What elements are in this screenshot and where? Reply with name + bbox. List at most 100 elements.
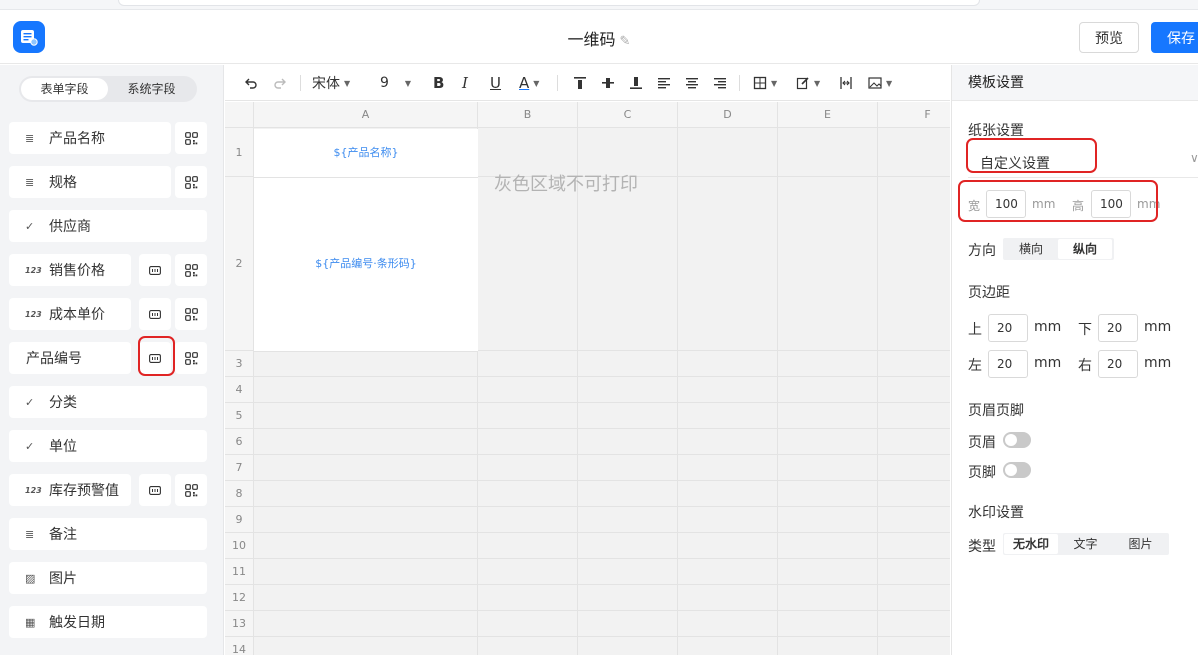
chevron-down-icon: ▼	[533, 78, 540, 88]
align-middle-icon[interactable]	[601, 65, 615, 101]
field-chip[interactable]: 产品编号	[9, 342, 131, 374]
field-chip[interactable]: ≣ 规格	[9, 166, 171, 198]
cell-a1[interactable]: ${产品名称}	[254, 129, 478, 178]
row-header[interactable]: 11	[225, 559, 254, 585]
align-top-icon[interactable]	[573, 65, 587, 101]
qrcode-icon[interactable]	[175, 298, 207, 330]
margin-top-input[interactable]: 20	[988, 314, 1028, 342]
border-icon[interactable]: ▼	[753, 65, 777, 101]
qrcode-icon[interactable]	[175, 474, 207, 506]
field-chip[interactable]: 123 成本单价	[9, 298, 131, 330]
field-label: 产品编号	[26, 351, 82, 367]
row-header[interactable]: 4	[225, 377, 254, 403]
preview-button[interactable]: 预览	[1079, 22, 1139, 53]
column-header[interactable]: A	[254, 102, 478, 128]
edit-pencil-icon[interactable]: ✎	[620, 34, 631, 49]
footer-toggle-label: 页脚	[968, 465, 996, 481]
barcode-icon[interactable]	[139, 474, 171, 506]
italic-button[interactable]: I	[462, 65, 468, 101]
column-header[interactable]: D	[678, 102, 778, 128]
row-gridline	[254, 454, 950, 455]
margin-right-input[interactable]: 20	[1098, 350, 1138, 378]
cell-a2[interactable]: ${产品编号·条形码}	[254, 178, 478, 352]
tab-system-fields[interactable]: 系统字段	[108, 78, 195, 100]
column-header[interactable]: F	[878, 102, 950, 128]
field-chip[interactable]: ✓ 分类	[9, 386, 207, 418]
align-bottom-icon[interactable]	[629, 65, 643, 101]
field-chip[interactable]: ✓ 供应商	[9, 210, 207, 242]
row-header[interactable]: 6	[225, 429, 254, 455]
tab-form-fields[interactable]: 表单字段	[21, 78, 108, 100]
orientation-label: 方向	[968, 243, 996, 259]
field-chip[interactable]: ≣ 产品名称	[9, 122, 171, 154]
footer-toggle[interactable]	[1003, 462, 1031, 478]
row-header[interactable]: 7	[225, 455, 254, 481]
settings-title: 模板设置	[952, 65, 1198, 101]
paper-label: 纸张设置	[968, 123, 1024, 139]
field-label: 库存预警值	[49, 483, 119, 499]
margin-left-input[interactable]: 20	[988, 350, 1028, 378]
save-button[interactable]: 保存	[1151, 22, 1198, 53]
row-header[interactable]: 5	[225, 403, 254, 429]
sheet-grid[interactable]: ABCDEF 1 2 3 4 5 6 7 8 9 10 11 12 13 14 ${产品名称} ${产品编…	[225, 102, 950, 655]
field-chip[interactable]: 123 销售价格	[9, 254, 131, 286]
field-chip[interactable]: 123 库存预警值	[9, 474, 131, 506]
field-chip[interactable]: ▨ 图片	[9, 562, 207, 594]
chevron-down-icon: ▼	[404, 78, 412, 88]
chevron-down-icon: ▼	[814, 78, 821, 88]
underline-button[interactable]: U	[490, 65, 501, 101]
bold-button[interactable]: B	[433, 65, 444, 101]
row-header[interactable]: 3	[225, 351, 254, 377]
column-header[interactable]: C	[578, 102, 678, 128]
field-chip[interactable]: ✓ 单位	[9, 430, 207, 462]
merge-cells-icon[interactable]	[839, 65, 853, 101]
font-color-button[interactable]: A ▼	[519, 65, 539, 101]
highlight-barcode-button	[138, 336, 175, 376]
field-label: 触发日期	[49, 615, 105, 631]
row-header[interactable]: 14	[225, 637, 254, 655]
barcode-icon[interactable]	[139, 298, 171, 330]
page-title[interactable]: 一维码 ✎	[0, 26, 1198, 50]
insert-image-icon[interactable]: ▼	[868, 65, 892, 101]
qrcode-icon[interactable]	[175, 342, 207, 374]
margin-bottom-input[interactable]: 20	[1098, 314, 1138, 342]
font-family-select[interactable]: 宋体 ▼	[312, 65, 350, 101]
column-header[interactable]: B	[478, 102, 578, 128]
field-chip[interactable]: ▦ 触发日期	[9, 606, 207, 638]
align-right-icon[interactable]	[713, 65, 727, 101]
calendar-icon: ▦	[25, 615, 36, 629]
column-header[interactable]: E	[778, 102, 878, 128]
watermark-text[interactable]: 文字	[1058, 534, 1113, 554]
fill-edit-icon[interactable]: ▼	[796, 65, 820, 101]
undo-icon[interactable]	[244, 65, 258, 101]
field-chip[interactable]: ≣ 备注	[9, 518, 207, 550]
row-header[interactable]: 10	[225, 533, 254, 559]
header-footer-label: 页眉页脚	[968, 403, 1024, 419]
highlight-paper-select	[966, 138, 1097, 173]
align-left-icon[interactable]	[657, 65, 671, 101]
title-text: 一维码	[567, 30, 616, 49]
row-header[interactable]: 2	[225, 177, 254, 351]
header-toggle[interactable]	[1003, 432, 1031, 448]
row-header[interactable]: 9	[225, 507, 254, 533]
barcode-icon[interactable]	[139, 254, 171, 286]
field-label: 规格	[49, 175, 77, 191]
qrcode-icon[interactable]	[175, 122, 207, 154]
font-size-select[interactable]: 9 ▼	[380, 65, 411, 101]
field-label: 图片	[49, 571, 77, 587]
align-center-icon[interactable]	[685, 65, 699, 101]
row-header[interactable]: 1	[225, 128, 254, 177]
row-header[interactable]: 8	[225, 481, 254, 507]
orientation-portrait[interactable]: 纵向	[1058, 239, 1112, 259]
redo-icon[interactable]	[273, 65, 287, 101]
row-gridline	[254, 636, 950, 637]
row-header[interactable]: 13	[225, 611, 254, 637]
orientation-landscape[interactable]: 横向	[1004, 239, 1058, 259]
qrcode-icon[interactable]	[175, 254, 207, 286]
watermark-type-toggle: 无水印 文字 图片	[1003, 533, 1169, 555]
row-header[interactable]: 12	[225, 585, 254, 611]
qrcode-icon[interactable]	[175, 166, 207, 198]
number-icon: 123	[25, 265, 42, 275]
watermark-none[interactable]: 无水印	[1004, 534, 1058, 554]
watermark-image[interactable]: 图片	[1113, 534, 1168, 554]
